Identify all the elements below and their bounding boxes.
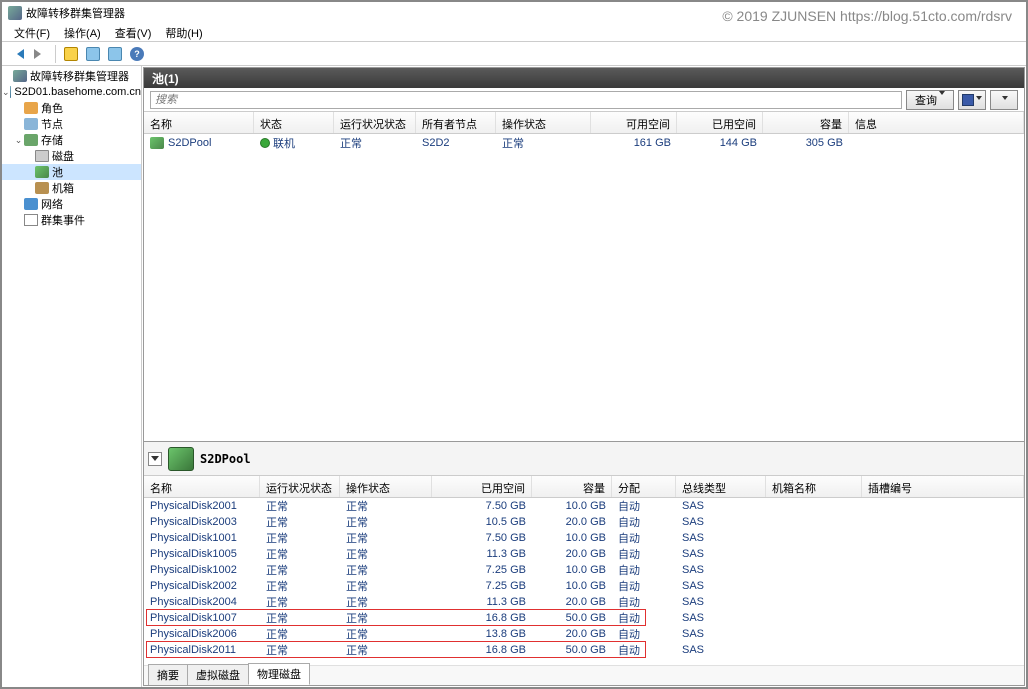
col-capacity[interactable]: 容量: [763, 112, 849, 133]
menu-bar: 文件(F) 操作(A) 查看(V) 帮助(H): [2, 24, 1026, 42]
search-input[interactable]: [150, 91, 902, 109]
search-row: 查询: [144, 88, 1024, 112]
tree-disks[interactable]: 磁盘: [2, 148, 141, 164]
toolbar-btn-2[interactable]: [83, 44, 103, 64]
col-owner[interactable]: 所有者节点: [416, 112, 496, 133]
chevron-down-icon: [939, 91, 945, 110]
nav-back-button[interactable]: [8, 44, 28, 64]
dcol-opstatus[interactable]: 操作状态: [340, 476, 432, 497]
tab-summary[interactable]: 摘要: [148, 664, 188, 685]
window-title: 故障转移群集管理器: [26, 5, 125, 21]
menu-file[interactable]: 文件(F): [8, 23, 56, 43]
chevron-down-icon: [976, 96, 982, 103]
tree-root[interactable]: 故障转移群集管理器: [2, 68, 141, 84]
col-info[interactable]: 信息: [849, 112, 1024, 133]
col-free[interactable]: 可用空间: [591, 112, 677, 133]
more-dropdown[interactable]: [990, 90, 1018, 110]
tree-cluster[interactable]: ⌄S2D01.basehome.com.cn: [2, 84, 141, 100]
menu-help[interactable]: 帮助(H): [159, 23, 208, 43]
toolbar-btn-1[interactable]: [61, 44, 81, 64]
main-area: 故障转移群集管理器 ⌄S2D01.basehome.com.cn 角色 节点 ⌄…: [2, 66, 1026, 687]
pool-large-icon: [168, 447, 194, 471]
disk-list: PhysicalDisk2001正常正常7.50 GB10.0 GB自动SASP…: [144, 498, 1024, 665]
disk-row[interactable]: PhysicalDisk2011正常正常16.8 GB50.0 GB自动SAS: [144, 642, 1024, 658]
detail-title: S2DPool: [200, 452, 251, 466]
col-status[interactable]: 状态: [254, 112, 334, 133]
dcol-chassis[interactable]: 机箱名称: [766, 476, 862, 497]
tree-enclosures[interactable]: 机箱: [2, 180, 141, 196]
dcol-alloc[interactable]: 分配: [612, 476, 676, 497]
tree-networks[interactable]: 网络: [2, 196, 141, 212]
dcol-capacity[interactable]: 容量: [532, 476, 612, 497]
watermark: © 2019 ZJUNSEN https://blog.51cto.com/rd…: [722, 8, 1012, 24]
props-icon: [108, 47, 122, 61]
chevron-down-icon: [1002, 96, 1008, 103]
pool-table: 名称 状态 运行状况状态 所有者节点 操作状态 可用空间 已用空间 容量 信息 …: [144, 112, 1024, 152]
spacer: [144, 152, 1024, 441]
dcol-used[interactable]: 已用空间: [432, 476, 532, 497]
help-icon: ?: [130, 47, 144, 61]
content-panel: 池(1) 查询 名称 状态 运行状况状态 所有者节点 操作状态 可用空间 已用空…: [143, 67, 1025, 686]
toolbar-separator: [55, 45, 56, 63]
view-icon: [86, 47, 100, 61]
col-opstatus[interactable]: 操作状态: [496, 112, 591, 133]
disk-table-header: 名称 运行状况状态 操作状态 已用空间 容量 分配 总线类型 机箱名称 插槽编号: [144, 476, 1024, 498]
tree-storage[interactable]: ⌄存储: [2, 132, 141, 148]
content-header: 池(1): [144, 68, 1024, 88]
arrow-right-icon: [34, 49, 46, 59]
dcol-name[interactable]: 名称: [144, 476, 260, 497]
col-health[interactable]: 运行状况状态: [334, 112, 416, 133]
menu-view[interactable]: 查看(V): [109, 23, 158, 43]
dcol-slot[interactable]: 插槽编号: [862, 476, 1024, 497]
toolbar-help-button[interactable]: ?: [127, 44, 147, 64]
toolbar: ?: [2, 42, 1026, 66]
tree-pools[interactable]: 池: [2, 164, 141, 180]
app-icon: [8, 6, 22, 20]
tab-pdisks[interactable]: 物理磁盘: [248, 663, 310, 685]
pool-table-header: 名称 状态 运行状况状态 所有者节点 操作状态 可用空间 已用空间 容量 信息: [144, 112, 1024, 134]
pool-row[interactable]: S2DPool 联机 正常 S2D2 正常 161 GB 144 GB 305 …: [144, 134, 1024, 152]
query-button[interactable]: 查询: [906, 90, 954, 110]
toolbar-btn-3[interactable]: [105, 44, 125, 64]
nav-forward-button[interactable]: [30, 44, 50, 64]
menu-action[interactable]: 操作(A): [58, 23, 107, 43]
dcol-bus[interactable]: 总线类型: [676, 476, 766, 497]
dcol-health[interactable]: 运行状况状态: [260, 476, 340, 497]
collapse-button[interactable]: [148, 452, 162, 466]
status-ok-icon: [260, 138, 270, 148]
col-name[interactable]: 名称: [144, 112, 254, 133]
pool-icon: [150, 137, 164, 149]
tree-roles[interactable]: 角色: [2, 100, 141, 116]
save-dropdown[interactable]: [958, 90, 986, 110]
chevron-down-icon: [151, 456, 159, 465]
save-icon: [962, 94, 974, 106]
tree-events[interactable]: 群集事件: [2, 212, 141, 228]
detail-header: S2DPool: [144, 442, 1024, 476]
tab-vdisks[interactable]: 虚拟磁盘: [187, 664, 249, 685]
tree-panel: 故障转移群集管理器 ⌄S2D01.basehome.com.cn 角色 节点 ⌄…: [2, 66, 142, 687]
detail-tabs: 摘要 虚拟磁盘 物理磁盘: [144, 665, 1024, 685]
folder-icon: [64, 47, 78, 61]
tree-nodes[interactable]: 节点: [2, 116, 141, 132]
arrow-left-icon: [12, 49, 24, 59]
detail-section: S2DPool 名称 运行状况状态 操作状态 已用空间 容量 分配 总线类型 机…: [144, 441, 1024, 685]
col-used[interactable]: 已用空间: [677, 112, 763, 133]
